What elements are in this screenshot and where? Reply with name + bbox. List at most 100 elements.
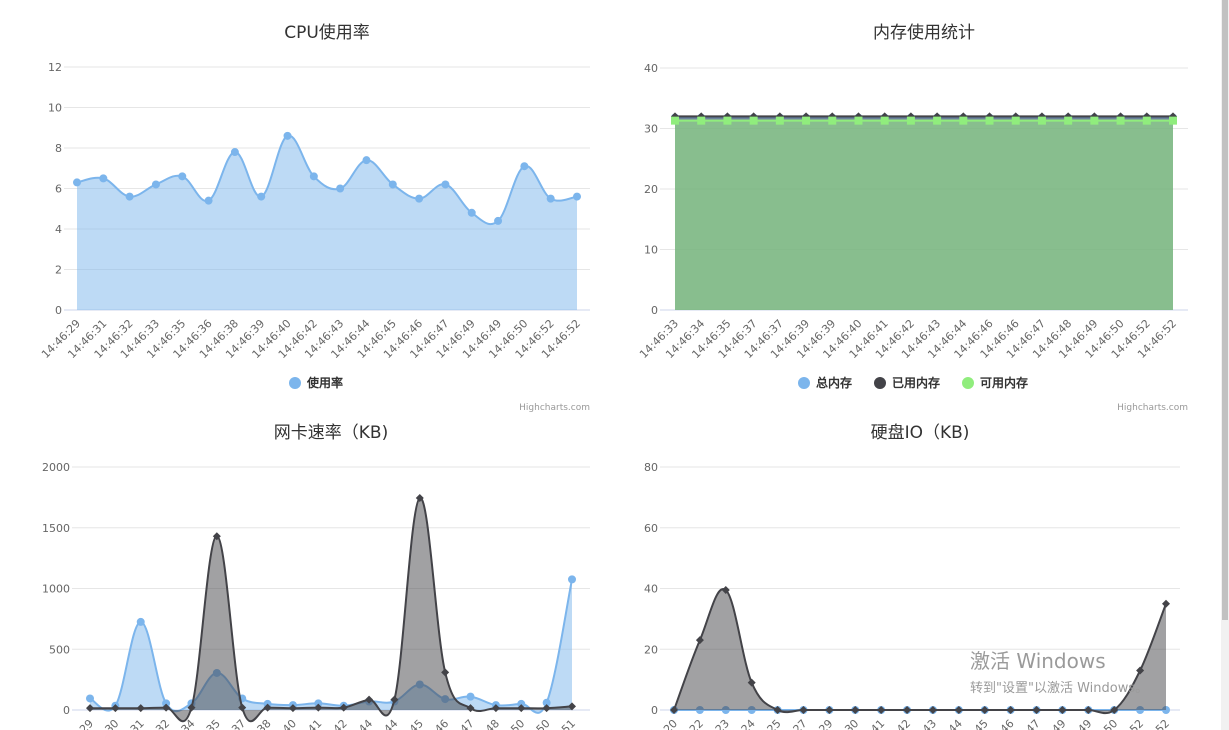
net-data-point[interactable]: [86, 694, 94, 703]
cpu-data-point[interactable]: [204, 196, 213, 205]
legend-marker[interactable]: [798, 377, 810, 389]
credits-link[interactable]: Highcharts.com: [519, 403, 590, 413]
mem-data-point[interactable]: [775, 116, 784, 125]
x-tick-label: 31: [128, 717, 147, 730]
y-tick-label: 30: [644, 123, 658, 136]
mem-data-point[interactable]: [933, 116, 942, 125]
x-tick-label: 46: [998, 717, 1017, 730]
mem-data-point[interactable]: [1064, 116, 1073, 125]
x-tick-label: 47: [1024, 717, 1043, 730]
cpu-data-point[interactable]: [73, 178, 81, 187]
net-chart-title: 网卡速率（KB): [274, 423, 388, 443]
cpu-data-point[interactable]: [230, 148, 239, 157]
cpu-data-point[interactable]: [467, 208, 476, 217]
x-tick-label: 29: [816, 717, 835, 730]
y-tick-label: 80: [644, 461, 658, 474]
mem-data-point[interactable]: [1037, 116, 1046, 125]
cpu-data-point[interactable]: [546, 194, 555, 203]
mem-data-point[interactable]: [1142, 116, 1151, 125]
y-tick-label: 20: [644, 183, 658, 196]
mem-data-point[interactable]: [749, 116, 758, 125]
mem-data-point[interactable]: [723, 116, 732, 125]
x-tick-label: 27: [791, 717, 810, 730]
cpu-data-point[interactable]: [441, 180, 450, 189]
net-data-point[interactable]: [136, 617, 145, 626]
cpu-data-point[interactable]: [257, 192, 266, 201]
mem-data-point[interactable]: [854, 116, 863, 125]
cpu-data-point[interactable]: [99, 174, 108, 183]
legend-item-label[interactable]: 可用内存: [980, 375, 1028, 390]
cpu-data-point[interactable]: [178, 172, 187, 181]
mem-data-point[interactable]: [671, 116, 679, 125]
y-tick-label: 2: [55, 264, 62, 277]
cpu-chart-title: CPU使用率: [284, 22, 370, 43]
x-tick-label: 35: [204, 717, 223, 730]
mem-data-point[interactable]: [1090, 116, 1099, 125]
legend-item-label[interactable]: 使用率: [306, 375, 343, 390]
y-tick-label: 500: [49, 643, 70, 656]
cpu-data-point[interactable]: [125, 192, 134, 201]
x-tick-label: 41: [868, 717, 887, 730]
mem-data-point[interactable]: [697, 116, 706, 125]
x-tick-label: 44: [946, 717, 965, 730]
cpu-data-point[interactable]: [151, 180, 160, 189]
legend-marker[interactable]: [962, 377, 974, 389]
mem-data-point[interactable]: [959, 116, 968, 125]
disk-chart-title: 硬盘IO（KB): [871, 423, 970, 443]
mem-data-point[interactable]: [802, 116, 811, 125]
mem-data-point[interactable]: [1116, 116, 1125, 125]
mem-data-point[interactable]: [880, 116, 889, 125]
cpu-data-point[interactable]: [573, 192, 581, 201]
y-tick-label: 60: [644, 522, 658, 535]
x-tick-label: 20: [661, 717, 680, 730]
net-series-area-1: [90, 497, 572, 722]
y-tick-label: 0: [651, 704, 658, 717]
x-tick-label: 37: [229, 717, 248, 730]
windows-activation-watermark: 激活 Windows 转到"设置"以激活 Windows。: [970, 645, 1148, 696]
mem-data-point[interactable]: [1169, 116, 1177, 125]
mem-data-point[interactable]: [906, 116, 915, 125]
cpu-data-point[interactable]: [283, 131, 292, 140]
x-tick-label: 51: [559, 717, 578, 730]
x-tick-label: 22: [687, 717, 706, 730]
x-tick-label: 43: [920, 717, 939, 730]
y-tick-label: 1500: [42, 522, 70, 535]
mem-data-point[interactable]: [828, 116, 837, 125]
cpu-svg: CPU使用率02468101214:46:2914:46:3114:46:321…: [39, 22, 590, 413]
legend-marker[interactable]: [289, 377, 301, 389]
cpu-data-point[interactable]: [494, 216, 503, 225]
x-tick-label: 32: [153, 717, 172, 730]
watermark-line-1: 激活 Windows: [970, 649, 1106, 673]
legend-item-label[interactable]: 已用内存: [892, 375, 940, 390]
cpu-series-area-0: [77, 135, 577, 310]
cpu-data-point[interactable]: [415, 194, 424, 203]
x-tick-label: 45: [407, 717, 426, 730]
cpu-data-point[interactable]: [309, 172, 318, 181]
net-series-line-0: [89, 579, 573, 714]
legend-marker[interactable]: [874, 377, 886, 389]
mem-series-area-2: [675, 120, 1173, 310]
mem-data-point[interactable]: [1011, 116, 1020, 125]
cpu-data-point[interactable]: [336, 184, 345, 193]
cpu-data-point[interactable]: [388, 180, 397, 189]
x-tick-label: 48: [483, 717, 502, 730]
page-scrollbar[interactable]: [1221, 0, 1229, 730]
x-tick-label: 50: [1101, 717, 1120, 730]
x-tick-label: 30: [102, 717, 121, 730]
scrollbar-thumb[interactable]: [1222, 0, 1228, 620]
y-tick-label: 40: [644, 62, 658, 75]
net-svg: 网卡速率（KB)050010001500200029 30 31 32 34 35 37 38…: [42, 423, 590, 730]
net-data-point[interactable]: [466, 692, 475, 701]
net-data-point[interactable]: [568, 575, 576, 584]
x-tick-label: 29: [77, 717, 96, 730]
mem-data-point[interactable]: [985, 116, 994, 125]
disk-data-point[interactable]: [1162, 599, 1170, 608]
cpu-data-point[interactable]: [362, 156, 371, 165]
y-tick-label: 6: [55, 183, 62, 196]
legend-item-label[interactable]: 总内存: [816, 375, 852, 390]
credits-link[interactable]: Highcharts.com: [1117, 403, 1188, 413]
cpu-data-point[interactable]: [520, 162, 529, 171]
x-tick-label: 38: [255, 717, 274, 730]
y-tick-label: 0: [55, 304, 62, 317]
x-tick-label: 30: [842, 717, 861, 730]
